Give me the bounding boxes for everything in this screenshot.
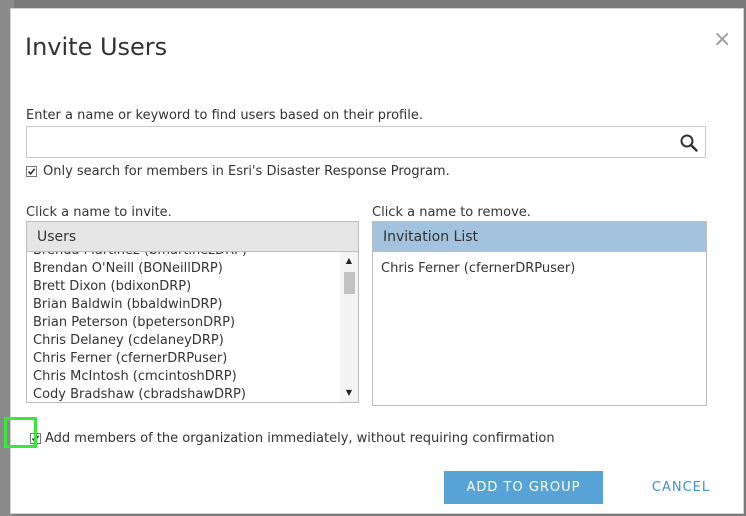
list-item[interactable]: Chris Ferner (cfernerDRPuser): [27, 350, 341, 368]
search-input[interactable]: [31, 128, 675, 158]
list-item[interactable]: Cody Bradshaw (cbradshawDRP): [27, 386, 341, 402]
only-members-label: Only search for members in Esri's Disast…: [43, 164, 450, 179]
search-icon[interactable]: [679, 133, 699, 153]
scroll-thumb[interactable]: [344, 272, 355, 294]
scroll-down-icon[interactable]: ▼: [340, 386, 358, 400]
list-item[interactable]: Brett Dixon (bdixonDRP): [27, 278, 341, 296]
search-box: [26, 126, 706, 158]
add-to-group-button[interactable]: ADD TO GROUP: [444, 471, 603, 504]
users-instruction: Click a name to invite.: [26, 205, 172, 220]
list-item[interactable]: Brian Peterson (bpetersonDRP): [27, 314, 341, 332]
invitation-item[interactable]: Chris Ferner (cfernerDRPuser): [373, 252, 706, 278]
checkmark-icon: [27, 168, 36, 175]
invitation-panel: Invitation List Chris Ferner (cfernerDRP…: [372, 221, 707, 406]
invite-users-dialog: Invite Users × Enter a name or keyword t…: [10, 8, 744, 514]
checkbox-highlight: [4, 417, 37, 448]
list-item[interactable]: Brendan O'Neill (BONeillDRP): [27, 260, 341, 278]
users-list[interactable]: Brenda Martinez (bmartinezDRP) Brendan O…: [27, 252, 341, 402]
invitation-instruction: Click a name to remove.: [372, 205, 531, 220]
scroll-up-icon[interactable]: ▲: [340, 254, 358, 268]
users-header: Users: [27, 222, 358, 252]
users-panel: Users Brenda Martinez (bmartinezDRP) Bre…: [26, 221, 359, 403]
dialog-title: Invite Users: [25, 33, 168, 61]
add-immediately-option: Add members of the organization immediat…: [30, 431, 555, 446]
search-prompt: Enter a name or keyword to find users ba…: [26, 108, 423, 123]
list-item[interactable]: Brenda Martinez (bmartinezDRP): [27, 252, 341, 260]
users-scrollbar[interactable]: ▲ ▼: [340, 252, 358, 402]
cancel-button[interactable]: CANCEL: [641, 471, 721, 504]
add-immediately-label: Add members of the organization immediat…: [45, 431, 555, 446]
only-members-checkbox[interactable]: [26, 166, 37, 177]
list-item[interactable]: Chris McIntosh (cmcintoshDRP): [27, 368, 341, 386]
list-item[interactable]: Chris Delaney (cdelaneyDRP): [27, 332, 341, 350]
only-members-option: Only search for members in Esri's Disast…: [26, 164, 450, 179]
list-item[interactable]: Brian Baldwin (bbaldwinDRP): [27, 296, 341, 314]
invitation-header: Invitation List: [373, 222, 706, 252]
close-icon[interactable]: ×: [713, 29, 731, 51]
